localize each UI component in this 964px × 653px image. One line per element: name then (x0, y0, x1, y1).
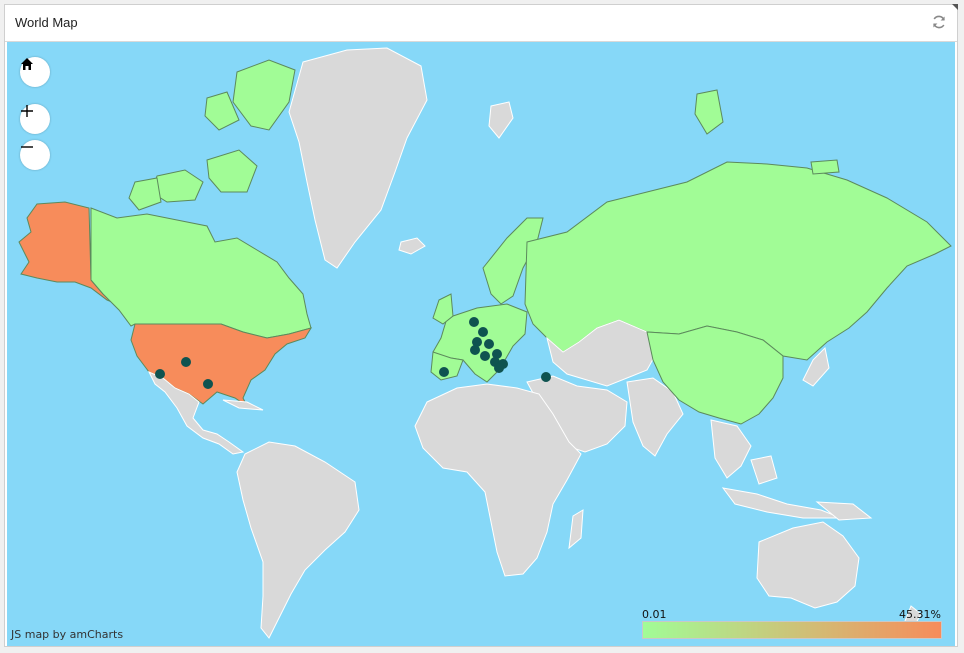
legend-min-label: 0.01 (642, 608, 667, 621)
region-southeast-asia (710, 419, 752, 479)
region-iceland (398, 237, 426, 255)
zoom-out-button[interactable] (20, 140, 50, 170)
map-marker (541, 372, 551, 382)
legend-max-label: 45.31% (899, 608, 941, 621)
world-map-panel: World Map JS map by amCharts 0.01 45.31% (4, 4, 958, 647)
map-credit-link[interactable]: JS map by amCharts (11, 628, 123, 641)
map-marker (155, 369, 165, 379)
panel-corner-indicator (952, 4, 958, 10)
minus-icon (21, 146, 33, 148)
map-marker (480, 351, 490, 361)
map-marker (181, 357, 191, 367)
region-svalbard (488, 101, 514, 139)
map-marker (484, 339, 494, 349)
map-marker (203, 379, 213, 389)
map-marker (469, 317, 479, 327)
region-south-america (236, 441, 360, 639)
heat-legend-bar (642, 621, 942, 639)
map-marker (478, 327, 488, 337)
plus-icon (21, 105, 33, 117)
refresh-icon[interactable] (931, 14, 947, 30)
region-russia (524, 161, 952, 361)
region-cuba (222, 399, 264, 411)
region-borneo (750, 455, 778, 485)
region-russia-islands-2 (810, 159, 840, 175)
region-australia (756, 521, 860, 609)
map-svg[interactable] (7, 42, 955, 646)
region-canada-islands-3 (232, 59, 296, 131)
region-madagascar (568, 509, 584, 550)
map-marker (470, 345, 480, 355)
region-russia-islands (694, 89, 724, 135)
region-canada-islands-2 (206, 149, 258, 193)
home-button[interactable] (20, 57, 50, 87)
home-icon (21, 58, 33, 70)
region-usa (130, 323, 313, 408)
map-marker (439, 367, 449, 377)
panel-title: World Map (15, 15, 78, 30)
region-canada-islands-5 (128, 177, 162, 211)
world-map[interactable]: JS map by amCharts 0.01 45.31% (7, 42, 955, 646)
region-canada (90, 207, 312, 339)
panel-header: World Map (5, 4, 958, 42)
region-greenland (288, 47, 428, 269)
map-marker (494, 363, 504, 373)
zoom-in-button[interactable] (20, 104, 50, 134)
